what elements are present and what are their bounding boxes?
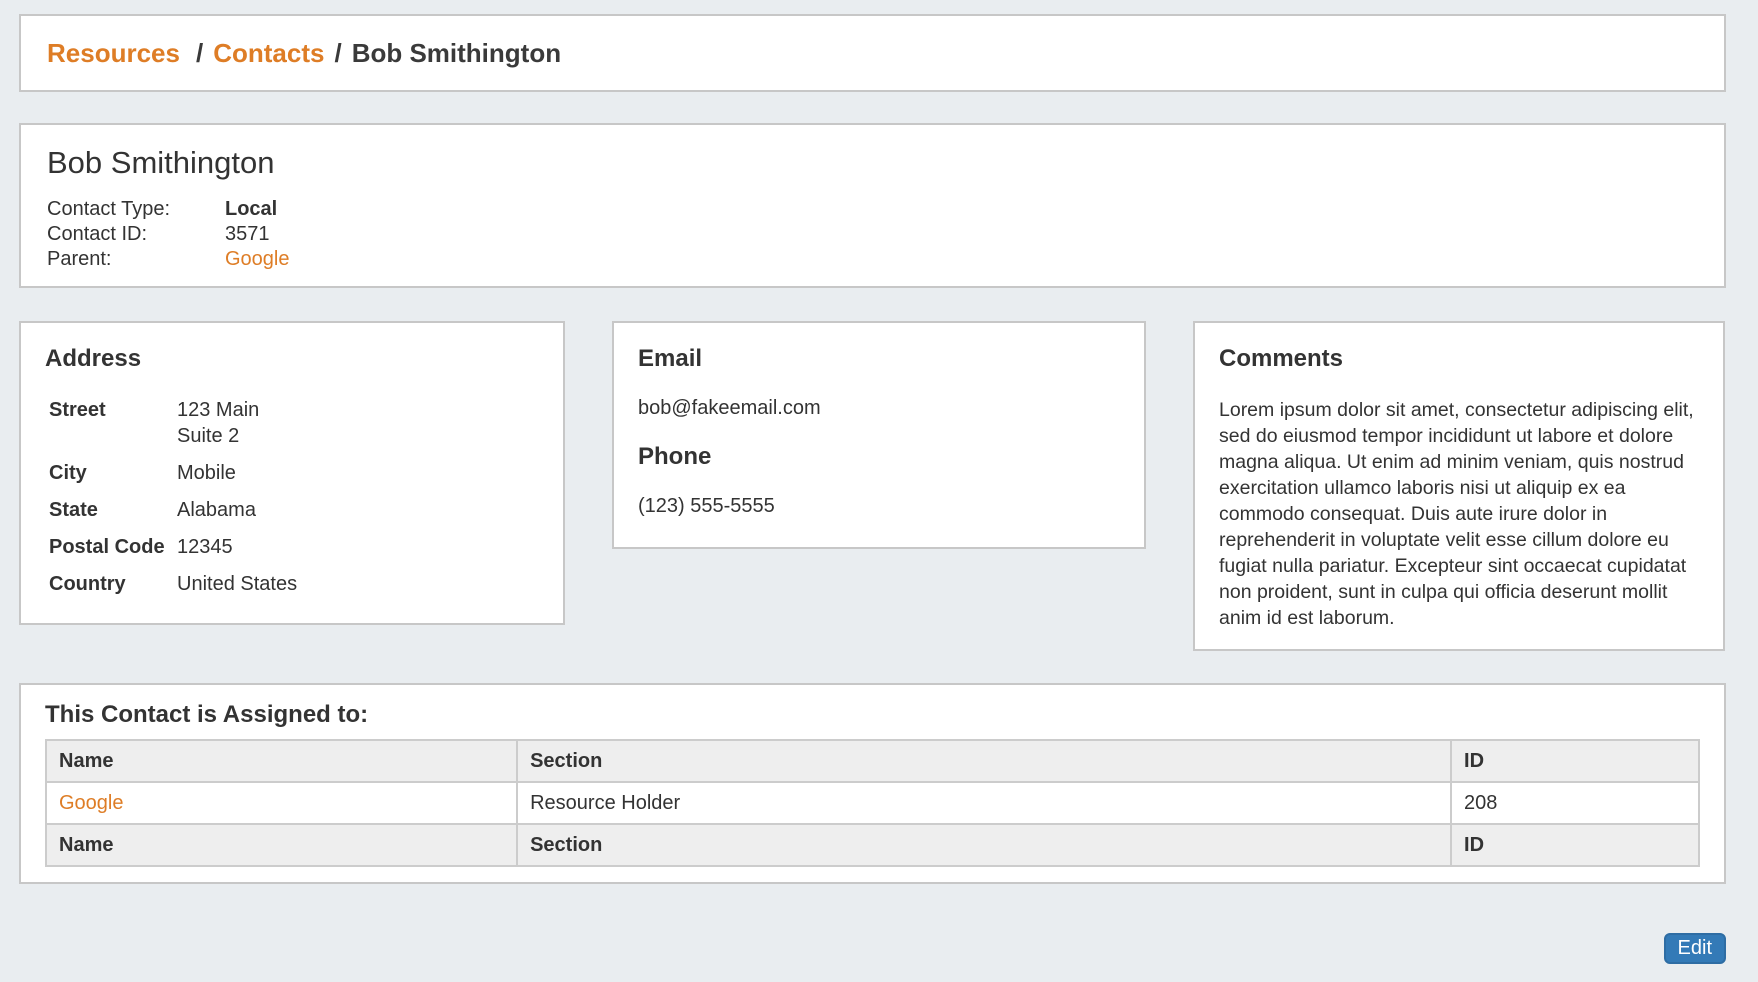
contact-type-row: Contact Type: Local bbox=[47, 197, 1698, 222]
contact-type-label: Contact Type: bbox=[47, 197, 225, 222]
postal-code-label: Postal Code bbox=[49, 534, 177, 560]
address-postal-row: Postal Code 12345 bbox=[45, 534, 539, 560]
comments-panel: Comments Lorem ipsum dolor sit amet, con… bbox=[1193, 321, 1725, 651]
phone-value: (123) 555-5555 bbox=[638, 493, 1120, 519]
page-title: Bob Smithington bbox=[47, 145, 1698, 181]
assignment-name-link[interactable]: Google bbox=[59, 792, 124, 814]
edit-button[interactable]: Edit bbox=[1664, 933, 1726, 964]
column-header-id: ID bbox=[1451, 740, 1699, 782]
comments-heading: Comments bbox=[1219, 345, 1699, 373]
breadcrumb-separator: / bbox=[334, 38, 341, 69]
street-value: 123 Main Suite 2 bbox=[177, 397, 259, 449]
column-footer-name: Name bbox=[46, 824, 517, 866]
column-header-name: Name bbox=[46, 740, 517, 782]
email-heading: Email bbox=[638, 345, 1120, 373]
email-phone-panel: Email bob@fakeemail.com Phone (123) 555-… bbox=[612, 321, 1146, 549]
assignments-table: Name Section ID Google Resource Holder 2… bbox=[45, 739, 1700, 867]
street-label: Street bbox=[49, 397, 177, 449]
address-street-row: Street 123 Main Suite 2 bbox=[45, 397, 539, 449]
postal-code-value: 12345 bbox=[177, 534, 233, 560]
contact-detail-page: Resources / Contacts / Bob Smithington B… bbox=[0, 0, 1758, 964]
address-country-row: Country United States bbox=[45, 571, 539, 597]
address-city-row: City Mobile bbox=[45, 460, 539, 486]
assignment-section-cell: Resource Holder bbox=[517, 782, 1451, 824]
city-label: City bbox=[49, 460, 177, 486]
contact-id-label: Contact ID: bbox=[47, 222, 225, 247]
column-footer-id: ID bbox=[1451, 824, 1699, 866]
breadcrumb-separator: / bbox=[196, 38, 203, 69]
breadcrumb-link-contacts[interactable]: Contacts bbox=[213, 38, 324, 69]
address-panel: Address Street 123 Main Suite 2 City Mob… bbox=[19, 321, 565, 625]
assignments-heading: This Contact is Assigned to: bbox=[45, 701, 1700, 729]
country-value: United States bbox=[177, 571, 297, 597]
parent-row: Parent: Google bbox=[47, 247, 1698, 272]
contact-type-value: Local bbox=[225, 197, 277, 222]
actions-bar: Edit bbox=[19, 933, 1726, 964]
email-value: bob@fakeemail.com bbox=[638, 395, 1120, 421]
assignments-panel: This Contact is Assigned to: Name Sectio… bbox=[19, 683, 1726, 884]
breadcrumb-link-resources[interactable]: Resources bbox=[47, 38, 180, 69]
comments-text: Lorem ipsum dolor sit amet, consectetur … bbox=[1219, 397, 1699, 631]
assignment-id-cell: 208 bbox=[1451, 782, 1699, 824]
breadcrumb-current-page: Bob Smithington bbox=[352, 38, 561, 69]
detail-columns: Address Street 123 Main Suite 2 City Mob… bbox=[19, 321, 1726, 651]
assignments-footer-row: Name Section ID bbox=[46, 824, 1699, 866]
state-value: Alabama bbox=[177, 497, 256, 523]
parent-label: Parent: bbox=[47, 247, 225, 272]
assignment-name-cell: Google bbox=[46, 782, 517, 824]
column-header-section: Section bbox=[517, 740, 1451, 782]
phone-heading: Phone bbox=[638, 443, 1120, 471]
assignments-header-row: Name Section ID bbox=[46, 740, 1699, 782]
contact-id-value: 3571 bbox=[225, 222, 270, 247]
state-label: State bbox=[49, 497, 177, 523]
table-row: Google Resource Holder 208 bbox=[46, 782, 1699, 824]
country-label: Country bbox=[49, 571, 177, 597]
column-footer-section: Section bbox=[517, 824, 1451, 866]
parent-link[interactable]: Google bbox=[225, 247, 290, 272]
contact-id-row: Contact ID: 3571 bbox=[47, 222, 1698, 247]
contact-summary-panel: Bob Smithington Contact Type: Local Cont… bbox=[19, 123, 1726, 288]
address-heading: Address bbox=[45, 345, 539, 373]
breadcrumb: Resources / Contacts / Bob Smithington bbox=[19, 14, 1726, 92]
address-state-row: State Alabama bbox=[45, 497, 539, 523]
city-value: Mobile bbox=[177, 460, 236, 486]
